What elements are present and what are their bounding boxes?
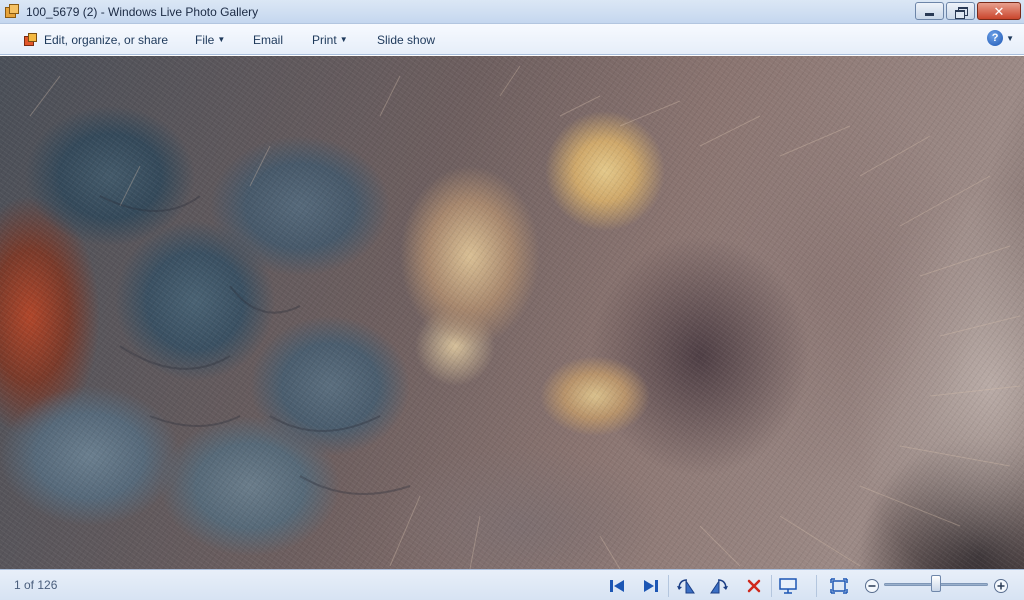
rotate-right-icon [710, 579, 728, 594]
photo-viewer[interactable] [0, 56, 1024, 569]
help-menu-button[interactable]: ? ▼ [987, 30, 1014, 46]
print-menu-button[interactable]: Print ▼ [312, 24, 348, 55]
rotate-left-button[interactable] [676, 576, 696, 596]
close-button[interactable]: ✕ [977, 2, 1021, 20]
zoom-out-button[interactable] [862, 576, 882, 596]
zoom-in-button[interactable] [991, 576, 1011, 596]
previous-button[interactable] [607, 576, 627, 596]
rotate-left-icon [677, 579, 695, 594]
edit-organize-share-button[interactable]: Edit, organize, or share [24, 24, 168, 55]
close-icon: ✕ [993, 3, 1005, 19]
actual-size-button[interactable] [829, 576, 849, 596]
window-title: 100_5679 (2) - Windows Live Photo Galler… [26, 4, 259, 19]
edit-organize-icon [24, 32, 38, 47]
next-icon [644, 580, 658, 592]
divider [668, 575, 669, 597]
file-menu-label: File [195, 32, 215, 47]
email-label: Email [253, 32, 284, 47]
slideshow-icon [779, 578, 797, 594]
chevron-down-icon: ▼ [217, 35, 226, 44]
restore-icon [955, 6, 968, 19]
photo-hair-texture [29, 65, 1021, 569]
file-menu-button[interactable]: File ▼ [195, 24, 225, 55]
zoom-out-icon [865, 579, 879, 593]
zoom-slider-thumb[interactable] [931, 575, 941, 592]
zoom-in-icon [994, 579, 1008, 593]
divider [816, 575, 817, 597]
print-menu-label: Print [312, 32, 337, 47]
play-slide-show-button[interactable] [778, 576, 798, 596]
slide-show-button[interactable]: Slide show [377, 24, 435, 55]
minimize-button[interactable] [915, 2, 944, 20]
chevron-down-icon: ▼ [1006, 33, 1014, 43]
edit-organize-share-label: Edit, organize, or share [44, 32, 169, 47]
actual-size-icon [830, 578, 848, 594]
next-button[interactable] [641, 576, 661, 596]
divider [771, 575, 772, 597]
delete-icon [747, 579, 761, 593]
previous-icon [610, 580, 624, 592]
help-icon: ? [987, 30, 1004, 46]
control-bar: 1 of 126 [0, 569, 1024, 600]
slide-show-label: Slide show [377, 32, 436, 47]
command-bar: Edit, organize, or share File ▼ Email Pr… [0, 24, 1024, 55]
photo-position-counter: 1 of 126 [14, 578, 58, 592]
minimize-icon [925, 12, 934, 16]
delete-button[interactable] [744, 576, 764, 596]
photo-gallery-icon[interactable] [4, 3, 20, 20]
restore-button[interactable] [946, 2, 975, 20]
email-button[interactable]: Email [253, 24, 283, 55]
rotate-right-button[interactable] [709, 576, 729, 596]
chevron-down-icon: ▼ [339, 35, 348, 44]
title-bar: 100_5679 (2) - Windows Live Photo Galler… [0, 0, 1024, 24]
